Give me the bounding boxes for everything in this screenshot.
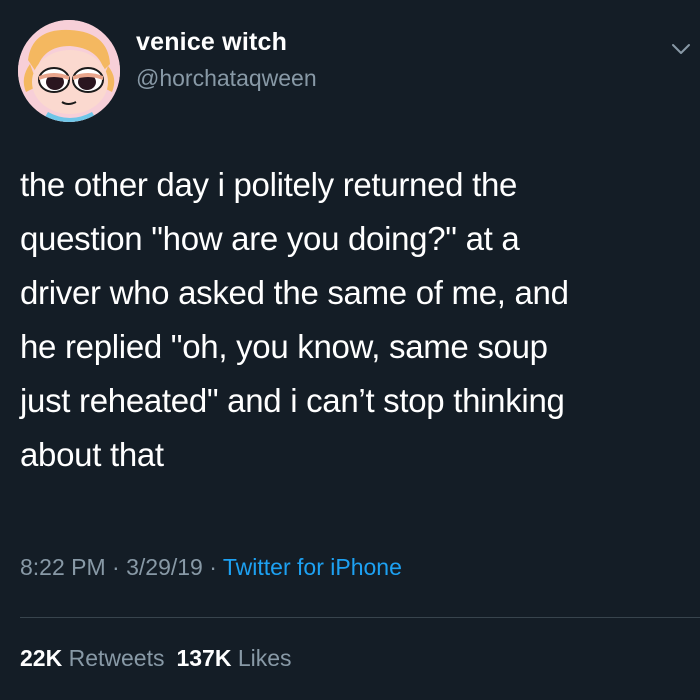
chevron-down-icon[interactable] [670,38,692,60]
tweet-text: the other day i politely returned the qu… [20,158,680,482]
author-display-name[interactable]: venice witch [136,28,287,57]
tweet-text-line: driver who asked the same of me, and [20,274,569,311]
likes-stat[interactable]: 137K Likes [176,645,291,671]
tweet-time[interactable]: 8:22 PM [20,554,106,580]
tweet-date[interactable]: 3/29/19 [126,554,203,580]
meta-separator: · [202,554,223,580]
likes-label: Likes [237,645,292,671]
avatar[interactable] [18,20,120,122]
retweets-label: Retweets [68,645,165,671]
author-handle[interactable]: @horchataqween [136,65,317,92]
retweets-count: 22K [20,645,63,671]
tweet-text-line: the other day i politely returned the [20,166,518,203]
tweet-source-link[interactable]: Twitter for iPhone [223,554,402,580]
tweet-text-line: he replied "oh, you know, same soup [20,328,548,365]
tweet-stats: 22K Retweets 137K Likes [20,645,292,672]
tweet-card: venice witch @horchataqween the other da… [0,0,700,700]
meta-separator: · [105,554,127,580]
cartoon-girl-avatar-icon [18,20,120,122]
divider [20,617,700,618]
tweet-text-line: about that [20,436,164,473]
likes-count: 137K [176,645,232,671]
tweet-metadata: 8:22 PM · 3/29/19 · Twitter for iPhone [20,554,402,581]
retweets-stat[interactable]: 22K Retweets [20,645,164,671]
tweet-text-line: question "how are you doing?" at a [20,220,520,257]
tweet-text-line: just reheated" and i can’t stop thinking [20,382,565,419]
